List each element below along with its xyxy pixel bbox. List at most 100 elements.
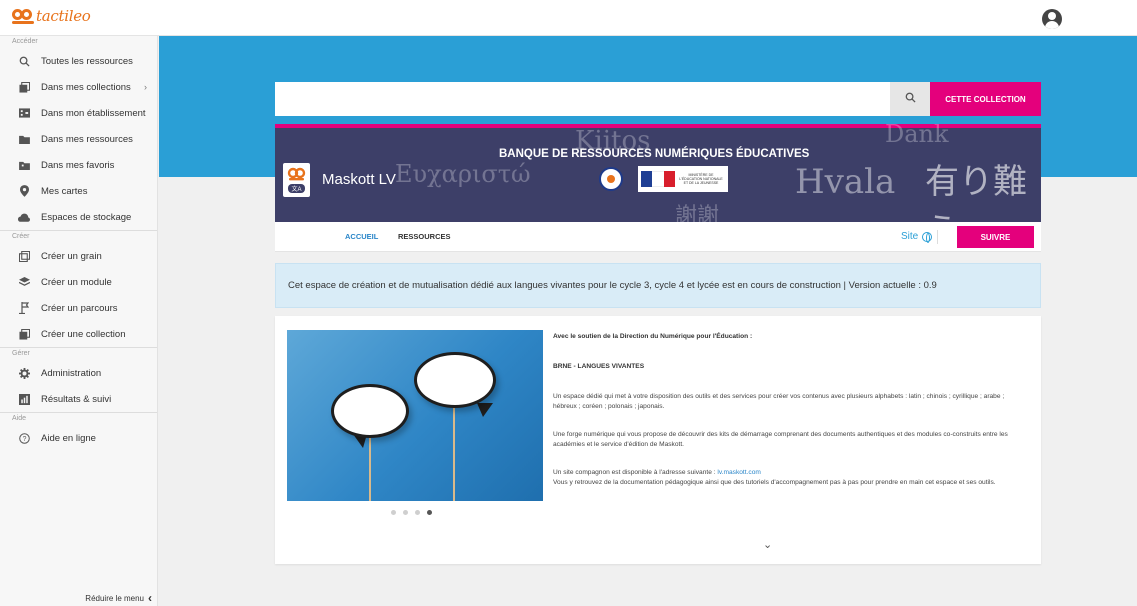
sidebar-item-label: Mes cartes [41,185,88,197]
carousel-dot[interactable] [415,510,420,515]
companion-site-text: Un site compagnon est disponible à l'adr… [553,469,716,476]
results-icon [18,393,30,405]
building-icon [18,107,30,119]
companion-site-link[interactable]: lv.maskott.com [717,469,760,476]
sidebar-item-label: Dans mes ressources [41,133,133,145]
chevron-left-icon: ‹ [148,591,152,605]
sidebar-item-label: Dans mes favoris [41,159,115,171]
carousel-indicators [391,510,432,515]
sidebar-item-aide-en-ligne[interactable]: ? Aide en ligne [0,425,157,451]
sidebar-item-dans-mes-ressources[interactable]: Dans mes ressources [0,126,157,152]
section-title: BRNE - LANGUES VIVANTES [553,363,645,370]
sidebar-item-creer-un-module[interactable]: Créer un module [0,269,157,295]
svg-text:?: ? [22,435,26,442]
cloud-icon [18,211,30,223]
notice-text: Cet espace de création et de mutualisati… [288,280,937,291]
sidebar-item-label: Créer un grain [41,250,102,262]
search-icon [18,55,30,67]
sidebar-item-toutes-les-ressources[interactable]: Toutes les ressources [0,48,157,74]
site-link[interactable]: Site [901,231,933,243]
sidebar-item-label: Administration [41,367,102,379]
bg-word: Ευχαριστώ [395,160,531,188]
bg-word: Dank [885,124,949,148]
sidebar-item-creer-un-grain[interactable]: Créer un grain [0,243,157,269]
follow-button[interactable]: SUIVRE [957,226,1034,248]
section-label-gerer: Gérer [12,350,30,357]
search-input[interactable] [275,82,890,116]
top-bar: tactileo [0,0,1137,36]
paragraph: Un site compagnon est disponible à l'adr… [553,468,1023,478]
paragraph: Vous y retrouvez de la documentation péd… [553,479,996,486]
path-icon [18,302,30,314]
section-label-acceder: Accéder [12,38,38,45]
speech-bubble-icon [331,384,409,438]
sidebar-item-label: Aide en ligne [41,432,96,444]
sidebar-item-administration[interactable]: Administration [0,360,157,386]
sidebar-item-label: Dans mes collections [41,81,131,93]
sidebar-item-label: Espaces de stockage [41,211,132,223]
construction-notice: Cet espace de création et de mutualisati… [275,263,1041,308]
search-icon [905,90,916,108]
bg-word: 有り難う [925,162,1027,222]
reduce-menu-button[interactable]: Réduire le menu ‹ [0,590,158,606]
grain-icon [18,250,30,262]
paragraph: Une forge numérique qui vous propose de … [553,431,1008,448]
sidebar-item-dans-mes-collections[interactable]: Dans mes collections › [0,74,157,100]
globe-icon [922,231,933,243]
presentation-text: Avec le soutien de la Direction du Numér… [553,332,1023,488]
bg-word: Hvala [795,162,896,202]
carousel-dot[interactable] [403,510,408,515]
help-icon: ? [18,432,30,444]
search-button[interactable] [890,82,930,116]
carousel-dot-active[interactable] [427,510,432,515]
gear-icon [18,367,30,379]
french-flag-icon [641,171,675,187]
sidebar-item-label: Résultats & suivi [41,393,112,405]
logo-icon [12,7,34,25]
user-account-icon[interactable] [1042,9,1062,29]
tactileo-logo[interactable]: tactileo [12,7,91,25]
bg-word: 謝謝 [675,204,720,222]
tab-accueil[interactable]: ACCUEIL [345,232,378,241]
speech-bubble-icon [414,352,496,408]
sidebar-item-creer-un-parcours[interactable]: Créer un parcours [0,295,157,321]
collection-icon [18,81,30,93]
sidebar-item-label: Toutes les ressources [41,55,133,67]
folder-icon [18,133,30,145]
divider [937,230,938,244]
collection-icon [18,328,30,340]
carousel-image [287,330,543,501]
sidebar-item-mes-cartes[interactable]: Mes cartes [0,178,157,204]
carousel-dot[interactable] [391,510,396,515]
sidebar-item-label: Dans mon établissement [41,107,146,119]
search-this-collection-button[interactable]: CETTE COLLECTION [930,82,1041,116]
sidebar: Accéder Toutes les ressources Dans mes c… [0,36,158,606]
sidebar-item-dans-mes-favoris[interactable]: Dans mes favoris [0,152,157,178]
reduce-menu-label: Réduire le menu [85,593,144,603]
chevron-right-icon: › [144,82,147,92]
favorites-icon [18,159,30,171]
ministry-logo: MINISTÈRE DE L'ÉDUCATION NATIONALE ET DE… [638,166,728,192]
module-icon [18,276,30,288]
svg-text:文A: 文A [291,185,301,193]
tab-ressources[interactable]: RESSOURCES [398,232,451,241]
section-label-creer: Créer [12,233,30,240]
paragraph: Un espace dédié qui met à votre disposit… [553,393,1005,410]
sidebar-item-dans-mon-etablissement[interactable]: Dans mon établissement [0,100,157,126]
sidebar-item-resultats-suivi[interactable]: Résultats & suivi [0,386,157,412]
search-bar: CETTE COLLECTION [275,82,1041,116]
maskott-logo: 文A [283,163,310,197]
collection-nav: ACCUEIL RESSOURCES Site SUIVRE [275,222,1041,252]
presentation-card: Avec le soutien de la Direction du Numér… [275,316,1041,564]
sidebar-item-creer-une-collection[interactable]: Créer une collection [0,321,157,347]
site-label: Site [901,231,919,242]
expand-chevron-down-icon[interactable]: ⌄ [763,538,772,551]
academy-seal-icon [599,167,623,191]
logo-text: tactileo [36,7,91,25]
sidebar-item-espaces-de-stockage[interactable]: Espaces de stockage [0,204,157,230]
header-title: BANQUE DE RESSOURCES NUMÉRIQUES ÉDUCATIV… [499,148,810,160]
section-label-aide: Aide [12,415,27,422]
collection-header: Kiitos Ευχαριστώ Hvala 有り難う 謝謝 Dank BANQ… [275,124,1041,222]
main-content: CETTE COLLECTION Kiitos Ευχαριστώ Hvala … [159,36,1137,606]
support-title: Avec le soutien de la Direction du Numér… [553,333,753,340]
